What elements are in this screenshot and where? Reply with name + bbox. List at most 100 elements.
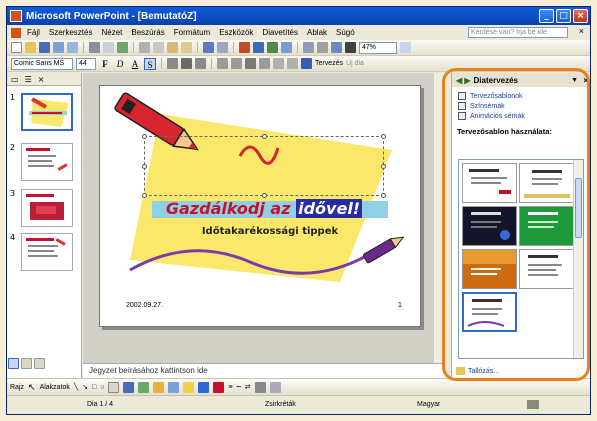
align-right-icon[interactable]: [195, 58, 206, 69]
title-selection-box[interactable]: [142, 134, 386, 198]
template-thumbnail[interactable]: [519, 163, 574, 203]
print-preview-icon[interactable]: [103, 42, 114, 53]
format-painter-icon[interactable]: [181, 42, 192, 53]
increase-font-icon[interactable]: [245, 58, 256, 69]
slides-tab-icon[interactable]: ▭: [11, 75, 19, 84]
select-pointer-icon[interactable]: ↖: [28, 382, 36, 393]
menu-view[interactable]: Nézet: [101, 28, 122, 37]
textbox-icon[interactable]: [108, 381, 120, 393]
arrow-style-icon[interactable]: ⇄: [245, 383, 251, 391]
open-icon[interactable]: [25, 42, 36, 53]
oval-icon[interactable]: ○: [100, 384, 104, 391]
menu-edit[interactable]: Szerkesztés: [49, 28, 93, 37]
hyperlink-icon[interactable]: [281, 42, 292, 53]
notes-pane[interactable]: Jegyzet beírásához kattintson ide: [83, 363, 445, 378]
resize-handle[interactable]: [142, 134, 147, 139]
pane-close-icon[interactable]: ×: [38, 75, 45, 84]
resize-handle[interactable]: [142, 193, 147, 198]
gallery-scrollbar[interactable]: [573, 160, 583, 358]
slide-title[interactable]: Gazdálkodj az idővel!: [148, 199, 380, 218]
email-icon[interactable]: [67, 42, 78, 53]
menu-help[interactable]: Súgó: [336, 28, 355, 37]
maximize-button[interactable]: □: [556, 9, 571, 23]
powerpoint-app-icon[interactable]: [10, 10, 22, 22]
bold-button[interactable]: F: [99, 58, 111, 70]
chevron-down-icon[interactable]: ▼: [571, 77, 578, 84]
font-size-select[interactable]: 44: [76, 57, 96, 70]
slide-subtitle[interactable]: Időtakarékossági tippek: [170, 226, 370, 237]
template-thumbnail-selected[interactable]: [462, 292, 517, 332]
increase-indent-icon[interactable]: [287, 58, 298, 69]
expand-all-icon[interactable]: [303, 42, 314, 53]
paste-icon[interactable]: [167, 42, 178, 53]
resize-handle[interactable]: [262, 134, 267, 139]
center-icon[interactable]: [181, 58, 192, 69]
spelling-status-icon[interactable]: [527, 400, 539, 409]
help-icon[interactable]: [400, 42, 411, 53]
document-icon[interactable]: [11, 27, 21, 38]
slide-thumbnail-4[interactable]: 4: [10, 233, 73, 271]
back-forward-icon[interactable]: ◀ ▶: [456, 76, 471, 85]
menu-slideshow[interactable]: Diavetítés: [262, 28, 298, 37]
minimize-button[interactable]: _: [539, 9, 554, 23]
clipart-icon[interactable]: [153, 381, 165, 393]
workspace-scrollbar[interactable]: [433, 73, 445, 363]
numbering-icon[interactable]: [217, 58, 228, 69]
cut-icon[interactable]: [139, 42, 150, 53]
slide-sorter-icon[interactable]: [21, 358, 32, 369]
slide-workspace[interactable]: Gazdálkodj az idővel! Időtakarékossági t…: [83, 73, 445, 363]
decrease-font-icon[interactable]: [259, 58, 270, 69]
thumbnail-image[interactable]: [21, 93, 73, 131]
undo-icon[interactable]: [203, 42, 214, 53]
thumbnail-image[interactable]: [21, 189, 73, 227]
grid-icon[interactable]: [331, 42, 342, 53]
slide-thumbnail-2[interactable]: 2: [10, 143, 73, 181]
draw-menu-button[interactable]: Rajz: [10, 384, 24, 391]
template-thumbnail[interactable]: [462, 249, 517, 289]
wordart-icon[interactable]: [123, 381, 135, 393]
resize-handle[interactable]: [381, 134, 386, 139]
template-thumbnail[interactable]: [519, 206, 574, 246]
slide-thumbnail-1[interactable]: 1: [10, 93, 73, 131]
document-close-icon[interactable]: ×: [579, 26, 584, 36]
shadow-button[interactable]: S: [144, 57, 156, 70]
redo-icon[interactable]: [217, 42, 228, 53]
formatting-marks-icon[interactable]: [317, 42, 328, 53]
color-schemes-link[interactable]: Színsémák: [452, 101, 590, 111]
underline-button[interactable]: A: [129, 58, 141, 70]
template-thumbnail[interactable]: [462, 163, 517, 203]
thumbnail-image[interactable]: [21, 233, 73, 271]
line-style-icon[interactable]: ≡: [228, 384, 232, 391]
tables-borders-icon[interactable]: [267, 42, 278, 53]
print-icon[interactable]: [89, 42, 100, 53]
animation-schemes-link[interactable]: Animációs sémák: [452, 111, 590, 121]
current-slide[interactable]: Gazdálkodj az idővel! Időtakarékossági t…: [99, 85, 421, 327]
close-button[interactable]: ×: [573, 9, 588, 23]
line-icon[interactable]: ╲: [74, 383, 78, 391]
resize-handle[interactable]: [262, 193, 267, 198]
normal-view-icon[interactable]: [8, 358, 19, 369]
italic-button[interactable]: D: [114, 58, 126, 70]
zoom-select[interactable]: 47%: [359, 41, 397, 54]
new-slide-button[interactable]: Új dia: [346, 60, 364, 67]
insert-table-icon[interactable]: [253, 42, 264, 53]
copy-icon[interactable]: [153, 42, 164, 53]
bullets-icon[interactable]: [231, 58, 242, 69]
browse-link[interactable]: Tallózás...: [456, 367, 499, 375]
resize-handle[interactable]: [381, 164, 386, 169]
close-icon[interactable]: ×: [583, 76, 588, 85]
arrow-icon[interactable]: ↘: [82, 383, 88, 391]
new-icon[interactable]: [11, 42, 22, 53]
menu-format[interactable]: Formátum: [174, 28, 210, 37]
3d-style-icon[interactable]: [269, 381, 281, 393]
decrease-indent-icon[interactable]: [273, 58, 284, 69]
slide-thumbnail-3[interactable]: 3: [10, 189, 73, 227]
font-color-icon[interactable]: [301, 58, 312, 69]
scroll-thumb[interactable]: [575, 178, 582, 238]
design-button[interactable]: Tervezés: [315, 60, 343, 67]
help-question-input[interactable]: Kérdése van? Írja be ide.: [468, 27, 568, 38]
shadow-style-icon[interactable]: [254, 381, 266, 393]
menu-file[interactable]: Fájl: [27, 28, 40, 37]
color-grayscale-icon[interactable]: [345, 42, 356, 53]
slideshow-icon[interactable]: [34, 358, 45, 369]
